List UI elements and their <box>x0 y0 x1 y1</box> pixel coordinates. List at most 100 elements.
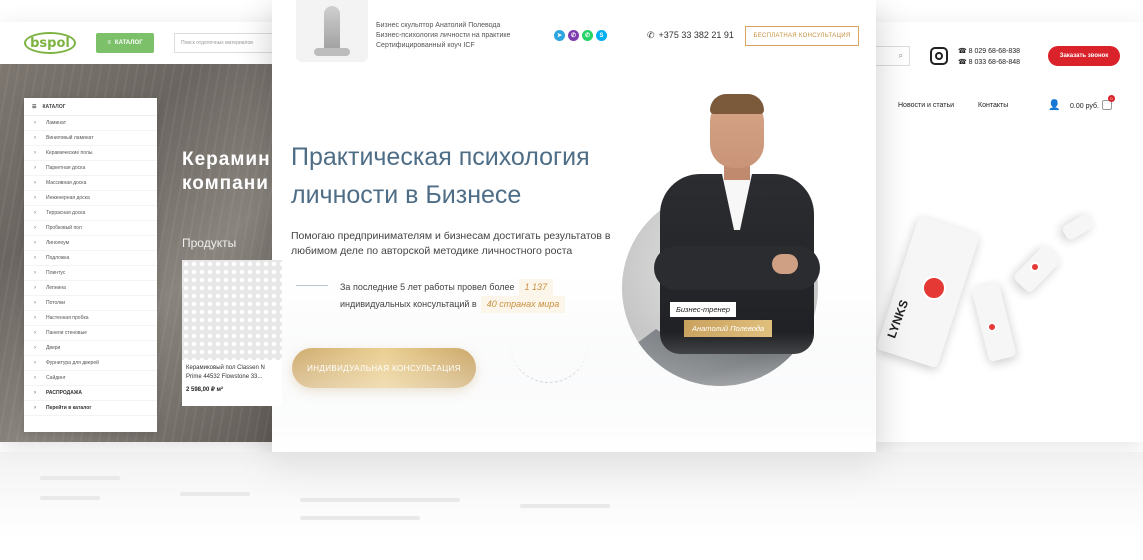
name-badge: Анатолий Полевода <box>684 320 773 337</box>
instagram-icon[interactable] <box>930 47 948 65</box>
user-icon[interactable]: 👤 <box>1048 100 1060 111</box>
catalog-menu-item[interactable]: › Панели стеновые <box>24 326 157 341</box>
catalog-button-label: КАТАЛОГ <box>114 40 143 46</box>
chevron-right-icon: › <box>34 165 36 171</box>
chevron-right-icon: › <box>34 345 36 351</box>
phone-list: ☎ 8 029 68-68-838 ☎ 8 033 68-68-848 <box>958 46 1020 68</box>
chevron-right-icon: › <box>34 285 36 291</box>
coach-photo <box>652 94 822 356</box>
viber-icon[interactable]: ✆ <box>568 30 579 41</box>
phone-1-text[interactable]: 8 029 68-68-838 <box>969 48 1020 55</box>
catalog-menu-item-label: РАСПРОДАЖА <box>46 390 82 396</box>
catalog-menu-item[interactable]: › Фурнитура для дверей <box>24 356 157 371</box>
cart-count-badge: 0 <box>1108 95 1115 102</box>
bspol-logo[interactable]: bspol <box>24 32 76 54</box>
catalog-menu-item[interactable]: › РАСПРОДАЖА <box>24 386 157 401</box>
reflection-bar <box>40 496 100 500</box>
phone-icon: ✆ <box>647 30 655 40</box>
catalog-menu-item[interactable]: › Ламинат <box>24 116 157 131</box>
hero-title-line-2: компани <box>182 173 269 194</box>
phone-2[interactable]: ☎ 8 033 68-68-848 <box>958 57 1020 68</box>
catalog-menu-item[interactable]: › Подложка <box>24 251 157 266</box>
catalog-menu-item-label: Массивная доска <box>46 180 87 186</box>
catalog-menu-item-label: Ламинат <box>46 120 67 126</box>
tagline-line-1: Бизнес скульптор Анатолий Полевода <box>376 22 501 29</box>
top-nav: Новости и статьи Контакты <box>898 102 1008 109</box>
hero-title: Керамин компани <box>182 148 271 196</box>
catalog-menu-item-label: Линолеум <box>46 240 70 246</box>
free-consultation-button[interactable]: БЕСПЛАТНАЯ КОНСУЛЬТАЦИЯ <box>745 26 859 46</box>
sculpture-logo[interactable] <box>296 0 368 62</box>
chevron-right-icon: › <box>34 210 36 216</box>
phone-1[interactable]: ☎ 8 029 68-68-838 <box>958 46 1020 57</box>
catalog-menu-item[interactable]: › Лепнина <box>24 281 157 296</box>
tagline-line-3: Сертифицированный коуч ICF <box>376 42 475 49</box>
catalog-menu-item-label: Перейти в каталог <box>46 405 92 411</box>
catalog-menu-item-label: Террасная доска <box>46 210 86 216</box>
nav-contacts[interactable]: Контакты <box>978 102 1008 109</box>
hero-lead-line-2: любимом деле по авторской методике лично… <box>291 245 573 257</box>
role-badge: Бизнес-тренер <box>670 302 736 317</box>
social-links: ➤ ✆ ✆ S <box>554 30 607 41</box>
catalog-menu-item[interactable]: › Инженерная доска <box>24 191 157 206</box>
product-card[interactable]: Керамиковый пол Classen N Prime 44532 Fl… <box>182 260 282 406</box>
catalog-menu-item[interactable]: › Линолеум <box>24 236 157 251</box>
search-input[interactable]: Поиск отделочных материалов <box>174 33 274 53</box>
catalog-menu-item-label: Керамические полы <box>46 150 93 156</box>
catalog-menu-item-label: Сайдинг <box>46 375 66 381</box>
catalog-menu-item[interactable]: › Виниловый ламинат <box>24 131 157 146</box>
nav-news[interactable]: Новости и статьи <box>898 102 954 109</box>
catalog-menu-item[interactable]: › Сайдинг <box>24 371 157 386</box>
site-tagline: Бизнес скульптор Анатолий Полевода Бизне… <box>376 21 510 51</box>
phone-2-text[interactable]: 8 033 68-68-848 <box>969 59 1020 66</box>
catalog-menu-title: КАТАЛОГ <box>42 103 66 110</box>
header-phone[interactable]: ✆ +375 33 382 21 91 <box>647 30 734 41</box>
cart-total[interactable]: 0.00 руб. <box>1070 103 1099 110</box>
catalog-button[interactable]: ≡ КАТАЛОГ <box>96 33 154 53</box>
call-back-button[interactable]: Заказать звонок <box>1048 46 1120 66</box>
telegram-icon[interactable]: ➤ <box>554 30 565 41</box>
catalog-menu-item[interactable]: › Двери <box>24 341 157 356</box>
individual-consultation-button[interactable]: ИНДИВИДУАЛЬНАЯ КОНСУЛЬТАЦИЯ <box>292 348 476 388</box>
hero-title-line-1: Практическая психология <box>291 143 590 171</box>
catalog-menu-item-label: Потолки <box>46 300 66 306</box>
catalog-menu-header[interactable]: ☰ КАТАЛОГ <box>24 98 157 116</box>
skype-icon[interactable]: S <box>596 30 607 41</box>
catalog-menu-item-label: Инженерная доска <box>46 195 90 201</box>
catalog-menu-item-label: Двери <box>46 345 61 351</box>
chevron-right-icon: › <box>34 270 36 276</box>
whatsapp-icon[interactable]: ✆ <box>582 30 593 41</box>
chevron-right-icon: › <box>34 135 36 141</box>
product-logo-mark-tilted <box>1030 262 1040 272</box>
catalog-menu-item[interactable]: › Потолки <box>24 296 157 311</box>
catalog-menu-item[interactable]: › Массивная доска <box>24 176 157 191</box>
catalog-menu-item[interactable]: › Настенная пробка <box>24 311 157 326</box>
reflection-bar <box>520 504 610 508</box>
search-icon[interactable]: ⌕ <box>899 51 903 61</box>
chevron-right-icon: › <box>34 375 36 381</box>
reflection-bar <box>40 476 120 480</box>
tagline-line-2: Бизнес-психология личности на практике <box>376 32 511 39</box>
catalog-menu-item[interactable]: › Плинтус <box>24 266 157 281</box>
sculpture-base <box>314 48 350 56</box>
hero-lead-line-1: Помогаю предпринимателям и бизнесам дост… <box>291 230 611 242</box>
hero-title-line-2: личности в Бизнесе <box>291 181 522 209</box>
chevron-right-icon: › <box>34 180 36 186</box>
product-image <box>182 260 282 360</box>
chevron-right-icon: › <box>34 225 36 231</box>
stats-countries-highlight: 40 странах мира <box>480 296 566 313</box>
reflection-bar <box>300 498 460 502</box>
catalog-menu-item[interactable]: › Перейти в каталог <box>24 401 157 416</box>
product-logo-mark <box>922 276 946 300</box>
catalog-menu-item-label: Плинтус <box>46 270 66 276</box>
catalog-menu-item[interactable]: › Керамические полы <box>24 146 157 161</box>
catalog-menu-item[interactable]: › Террасная доска <box>24 206 157 221</box>
product-name[interactable]: Керамиковый пол Classen N Prime 44532 Fl… <box>182 360 282 382</box>
product-logo-mark-small <box>987 322 997 332</box>
mirror-reflection <box>0 452 1143 560</box>
catalog-menu-item[interactable]: › Паркетная доска <box>24 161 157 176</box>
hero-title: Практическая психология личности в Бизне… <box>291 138 590 214</box>
lynks-site-screenshot: ⌕ ☎ 8 029 68-68-838 ☎ 8 033 68-68-848 За… <box>850 22 1143 442</box>
header-phone-text[interactable]: +375 33 382 21 91 <box>659 30 734 40</box>
catalog-menu-item[interactable]: › Пробковый пол <box>24 221 157 236</box>
